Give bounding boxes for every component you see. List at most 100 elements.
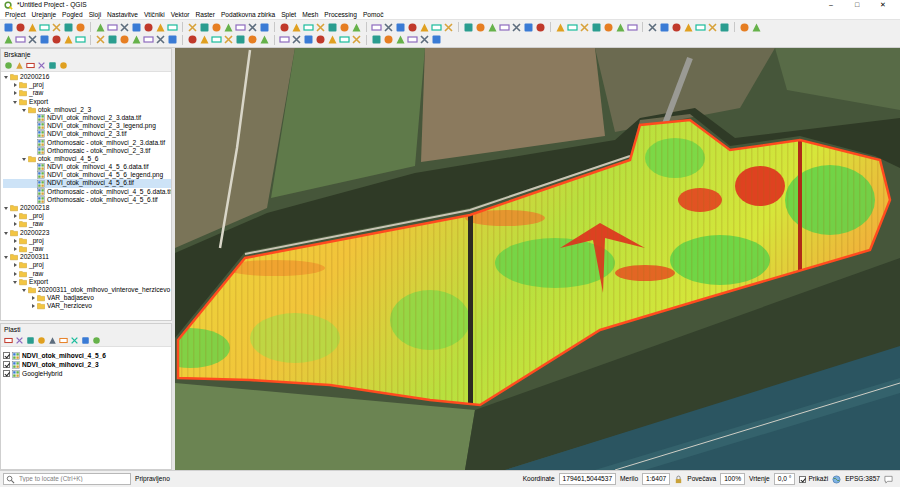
panel-tool-icon[interactable] bbox=[37, 336, 46, 345]
menu-item[interactable]: Processing bbox=[321, 10, 360, 19]
layer-checkbox[interactable] bbox=[3, 361, 10, 368]
tree-item[interactable]: Orthomosaic - otok_mihovci_2_3.data.tif bbox=[3, 139, 171, 147]
panel-tool-icon[interactable] bbox=[70, 336, 79, 345]
tree-item[interactable]: NDVI_otok_mihovci_2_3.tif bbox=[3, 130, 171, 138]
panel-tool-icon[interactable] bbox=[92, 336, 101, 345]
tree-item[interactable]: otok_mihovci_4_5_6 bbox=[3, 155, 171, 163]
expander[interactable] bbox=[21, 286, 28, 294]
tool-icon[interactable] bbox=[51, 34, 62, 45]
tool-icon[interactable] bbox=[431, 34, 442, 45]
expander[interactable] bbox=[30, 114, 37, 122]
menu-item[interactable]: Splet bbox=[278, 10, 299, 19]
tool-icon[interactable] bbox=[95, 34, 106, 45]
tool-icon[interactable] bbox=[199, 34, 210, 45]
expander[interactable] bbox=[12, 220, 19, 228]
tool-icon[interactable] bbox=[155, 22, 166, 33]
expander[interactable] bbox=[12, 81, 19, 89]
expander[interactable] bbox=[30, 302, 37, 310]
expander[interactable] bbox=[30, 294, 37, 302]
tool-icon[interactable] bbox=[63, 22, 74, 33]
locator-search[interactable] bbox=[3, 473, 131, 485]
menu-item[interactable]: Sloji bbox=[86, 10, 104, 19]
expander[interactable] bbox=[30, 180, 37, 188]
expander[interactable] bbox=[30, 196, 37, 204]
tree-item[interactable]: NDVI_otok_mihovci_4_5_6_legend.png bbox=[3, 171, 171, 179]
tool-icon[interactable] bbox=[107, 34, 118, 45]
tool-icon[interactable] bbox=[315, 34, 326, 45]
tool-icon[interactable] bbox=[131, 22, 142, 33]
layer-checkbox[interactable] bbox=[3, 370, 10, 377]
tool-icon[interactable] bbox=[579, 22, 590, 33]
tool-icon[interactable] bbox=[683, 22, 694, 33]
tool-icon[interactable] bbox=[419, 22, 430, 33]
panel-tool-icon[interactable] bbox=[48, 61, 57, 70]
tree-item[interactable]: Orthomosaic - otok_mihovci_4_5_6.data.ti… bbox=[3, 188, 171, 196]
expander[interactable] bbox=[12, 237, 19, 245]
tool-icon[interactable] bbox=[591, 22, 602, 33]
close-button[interactable]: ✕ bbox=[870, 0, 896, 10]
tool-icon[interactable] bbox=[315, 22, 326, 33]
tree-item[interactable]: _proj bbox=[3, 212, 171, 220]
menu-item[interactable]: Pogled bbox=[59, 10, 86, 19]
panel-tool-icon[interactable] bbox=[4, 61, 13, 70]
tool-icon[interactable] bbox=[259, 34, 270, 45]
tool-icon[interactable] bbox=[119, 22, 130, 33]
tool-icon[interactable] bbox=[235, 34, 246, 45]
tool-icon[interactable] bbox=[75, 34, 86, 45]
panel-tool-icon[interactable] bbox=[26, 61, 35, 70]
panel-tool-icon[interactable] bbox=[59, 336, 68, 345]
tool-icon[interactable] bbox=[443, 22, 454, 33]
menu-item[interactable]: Podatkovna zbirka bbox=[218, 10, 278, 19]
tree-item[interactable]: VAR_herzicevo bbox=[3, 302, 171, 310]
panel-tool-icon[interactable] bbox=[59, 61, 68, 70]
tree-item[interactable]: _raw bbox=[3, 220, 171, 228]
tool-icon[interactable] bbox=[27, 34, 38, 45]
tool-icon[interactable] bbox=[647, 22, 658, 33]
tool-icon[interactable] bbox=[39, 34, 50, 45]
expander[interactable] bbox=[12, 89, 19, 97]
expander[interactable] bbox=[12, 212, 19, 220]
tool-icon[interactable] bbox=[131, 34, 142, 45]
layer-checkbox[interactable] bbox=[3, 352, 10, 359]
tree-item[interactable]: NDVI_otok_mihovci_4_5_6.data.tif bbox=[3, 163, 171, 171]
expander[interactable] bbox=[12, 278, 19, 286]
panel-tool-icon[interactable] bbox=[81, 336, 90, 345]
tool-icon[interactable] bbox=[751, 22, 762, 33]
tool-icon[interactable] bbox=[627, 22, 638, 33]
tool-icon[interactable] bbox=[51, 22, 62, 33]
layer-row[interactable]: GoogleHybrid bbox=[1, 369, 171, 378]
expander[interactable] bbox=[30, 147, 37, 155]
tree-item[interactable]: 20200223 bbox=[3, 229, 171, 237]
tool-icon[interactable] bbox=[371, 34, 382, 45]
tool-icon[interactable] bbox=[431, 22, 442, 33]
tree-item[interactable]: _raw bbox=[3, 89, 171, 97]
expander[interactable] bbox=[3, 73, 10, 81]
tree-item[interactable]: 20200216 bbox=[3, 73, 171, 81]
tool-icon[interactable] bbox=[95, 22, 106, 33]
messages-icon[interactable] bbox=[884, 475, 893, 484]
tool-icon[interactable] bbox=[39, 22, 50, 33]
tool-icon[interactable] bbox=[27, 22, 38, 33]
tool-icon[interactable] bbox=[383, 22, 394, 33]
scale-field[interactable]: 1:6407 bbox=[642, 473, 670, 485]
tree-item[interactable]: _raw bbox=[3, 270, 171, 278]
tool-icon[interactable] bbox=[719, 22, 730, 33]
menu-item[interactable]: Urejanje bbox=[29, 10, 60, 19]
render-toggle[interactable]: Prikaži bbox=[799, 475, 828, 483]
tool-icon[interactable] bbox=[523, 22, 534, 33]
lock-icon[interactable] bbox=[674, 475, 683, 484]
tool-icon[interactable] bbox=[155, 34, 166, 45]
tool-icon[interactable] bbox=[567, 22, 578, 33]
tool-icon[interactable] bbox=[143, 22, 154, 33]
coordinate-field[interactable]: 179461,5044537 bbox=[559, 473, 617, 485]
tree-item[interactable]: VAR_badjasevo bbox=[3, 294, 171, 302]
tool-icon[interactable] bbox=[327, 22, 338, 33]
tool-icon[interactable] bbox=[199, 22, 210, 33]
minimize-button[interactable]: – bbox=[818, 0, 844, 10]
tree-item[interactable]: otok_mihovci_2_3 bbox=[3, 106, 171, 114]
tool-icon[interactable] bbox=[351, 22, 362, 33]
tree-item[interactable]: NDVI_otok_mihovci_2_3_legend.png bbox=[3, 122, 171, 130]
tool-icon[interactable] bbox=[235, 22, 246, 33]
tool-icon[interactable] bbox=[695, 22, 706, 33]
crs-button[interactable]: EPSG:3857 bbox=[832, 475, 880, 484]
